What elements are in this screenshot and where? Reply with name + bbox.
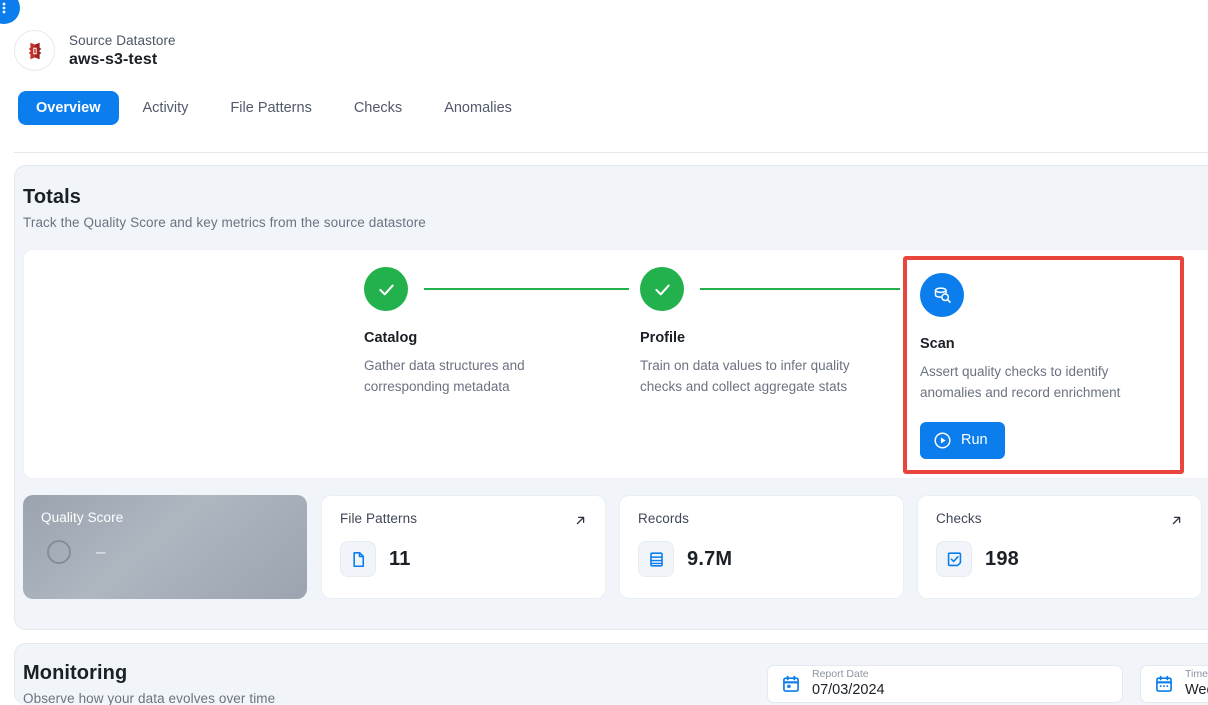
monitoring-controls: Report Date 07/03/2024 Timefr [767, 665, 1208, 703]
avatar [14, 30, 55, 71]
play-circle-icon [933, 431, 952, 450]
metric-cards: Quality Score – File Patterns 11 Records… [23, 495, 1208, 599]
metric-body: 11 [340, 541, 587, 577]
step-profile-description: Train on data values to infer quality ch… [640, 358, 850, 394]
check-icon [364, 267, 408, 311]
step-scan: Scan Assert quality checks to identify a… [920, 273, 1182, 459]
metric-body: 198 [936, 541, 1183, 577]
file-icon [340, 541, 376, 577]
metric-label: Records [638, 511, 689, 526]
page-root: Source Datastore aws-s3-test Overview Ac… [0, 0, 1208, 705]
calendar-range-icon [1154, 674, 1174, 694]
tab-bar-divider [14, 152, 1208, 153]
report-date-value: 07/03/2024 [812, 681, 885, 698]
monitoring-section: Monitoring Observe how your data evolves… [14, 643, 1208, 705]
step-scan-title: Scan [920, 336, 955, 352]
timeframe-text: Timefr Week [1185, 668, 1208, 699]
database-scan-icon [920, 273, 964, 317]
tab-activity[interactable]: Activity [125, 91, 207, 125]
report-date-label: Report Date [812, 668, 869, 681]
datastore-kind-label: Source Datastore [69, 32, 176, 48]
metric-value: 11 [389, 547, 411, 570]
run-scan-button-label: Run [961, 432, 988, 449]
check-icon [640, 267, 684, 311]
tab-checks[interactable]: Checks [336, 91, 420, 125]
totals-header: Totals Track the Quality Score and key m… [15, 166, 1208, 230]
metric-body: 9.7M [638, 541, 885, 577]
metric-card-checks[interactable]: Checks 198 [917, 495, 1202, 599]
step-scan-description: Assert quality checks to identify anomal… [920, 364, 1121, 400]
metric-label: Quality Score [41, 510, 124, 525]
score-ring-icon [47, 540, 71, 564]
step-profile: Profile Train on data values to infer qu… [640, 267, 902, 398]
check-square-icon [936, 541, 972, 577]
timeframe-field[interactable]: Timefr Week [1140, 665, 1208, 703]
page-title: aws-s3-test [69, 50, 158, 68]
totals-subtitle: Track the Quality Score and key metrics … [23, 215, 426, 230]
step-catalog: Catalog Gather data structures and corre… [364, 267, 626, 398]
report-date-text: Report Date 07/03/2024 [812, 668, 885, 699]
open-link-arrow-icon[interactable] [1169, 513, 1184, 533]
aws-s3-bucket-icon [28, 42, 41, 59]
metric-value: 9.7M [687, 547, 733, 570]
metric-card-records[interactable]: Records 9.7M [619, 495, 904, 599]
tab-anomalies[interactable]: Anomalies [426, 91, 530, 125]
metric-card-file-patterns[interactable]: File Patterns 11 [321, 495, 606, 599]
totals-title: Totals [23, 186, 82, 208]
run-scan-button[interactable]: Run [920, 421, 1005, 459]
pipeline-steps: Catalog Gather data structures and corre… [24, 250, 1208, 478]
metric-value: – [96, 542, 106, 561]
datastore-header: Source Datastore aws-s3-test Overview Ac… [0, 0, 1208, 125]
pipeline-stepper-card: Catalog Gather data structures and corre… [23, 249, 1208, 479]
report-date-field[interactable]: Report Date 07/03/2024 [767, 665, 1123, 703]
metric-label: File Patterns [340, 511, 418, 526]
step-catalog-description: Gather data structures and corresponding… [364, 358, 525, 394]
timeframe-value: Week [1185, 681, 1208, 698]
step-profile-title: Profile [640, 330, 686, 346]
tab-bar: Overview Activity File Patterns Checks A… [18, 91, 1208, 125]
calendar-icon [781, 674, 801, 694]
metric-label: Checks [936, 511, 982, 526]
records-icon [638, 541, 674, 577]
step-catalog-title: Catalog [364, 330, 418, 346]
datastore-identity: Source Datastore aws-s3-test [14, 30, 1208, 71]
timeframe-label: Timefr [1185, 668, 1208, 681]
datastore-meta: Source Datastore aws-s3-test [69, 33, 176, 69]
metric-body: – [41, 540, 289, 564]
metric-value: 198 [985, 547, 1019, 570]
tab-overview[interactable]: Overview [18, 91, 119, 125]
open-link-arrow-icon[interactable] [573, 513, 588, 533]
totals-section: Totals Track the Quality Score and key m… [14, 165, 1208, 630]
tab-file-patterns[interactable]: File Patterns [212, 91, 329, 125]
metric-card-quality-score[interactable]: Quality Score – [23, 495, 307, 599]
